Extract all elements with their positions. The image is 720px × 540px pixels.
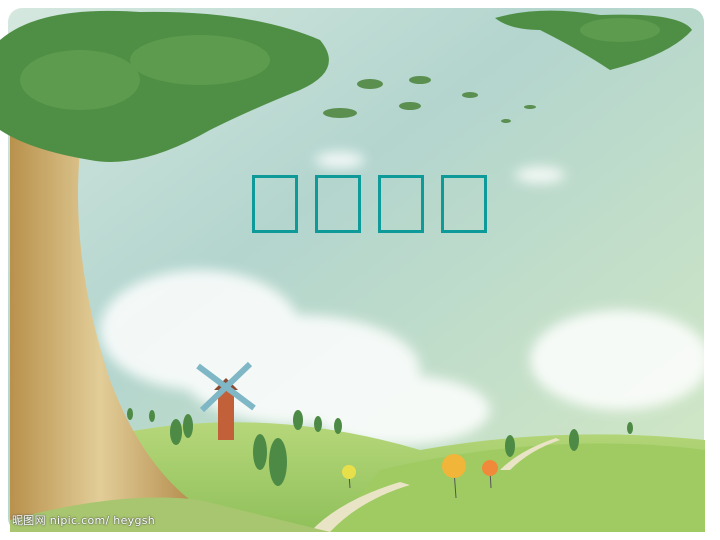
slide: □ □ □ □ 昵图网 nipic.com/ heygsh: [0, 0, 720, 540]
slide-title: □ □ □ □: [252, 175, 487, 233]
title-char: □: [441, 175, 487, 233]
background-illustration: [0, 8, 710, 532]
title-char: □: [378, 175, 424, 233]
watermark: 昵图网 nipic.com/ heygsh: [12, 514, 156, 527]
title-char: □: [315, 175, 361, 233]
title-char: □: [252, 175, 298, 233]
